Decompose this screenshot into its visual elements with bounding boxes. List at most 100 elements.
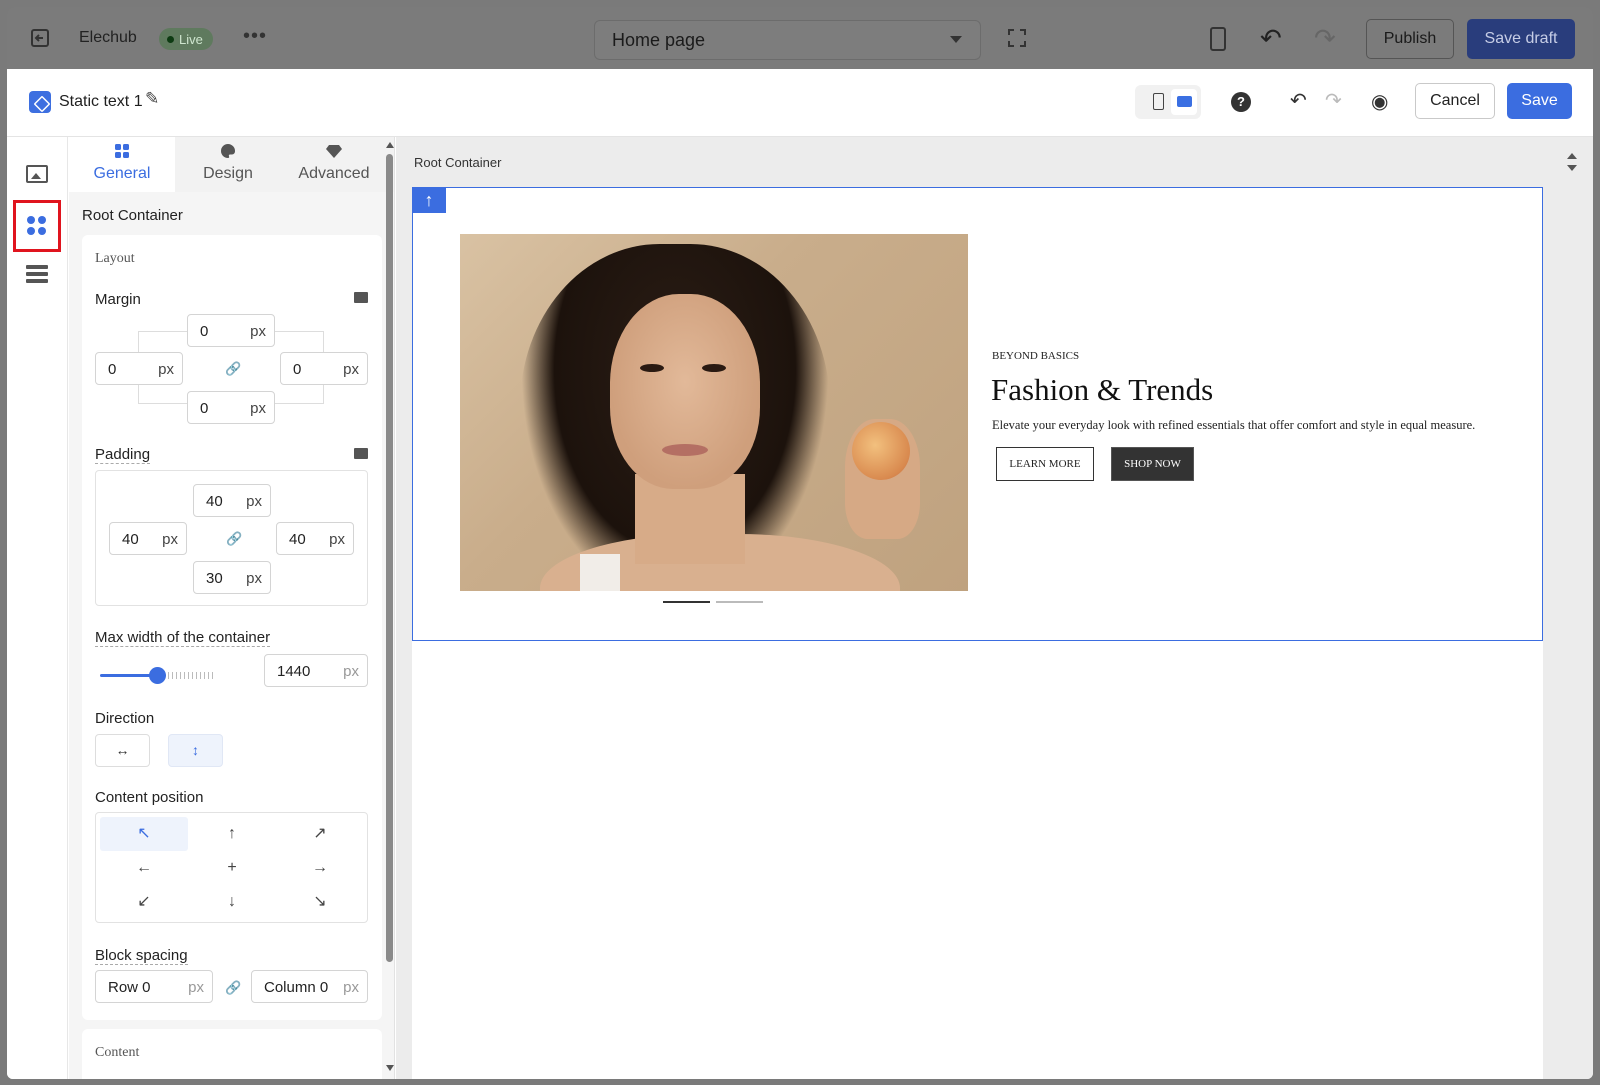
direction-vertical-button[interactable]: ↕ — [168, 734, 223, 767]
position-top-icon[interactable]: ↑ — [188, 817, 276, 851]
link-icon[interactable]: 🔗 — [225, 980, 241, 995]
root-container[interactable]: ↑ BEYOND BASICS Fashion & Trends Elevate… — [412, 187, 1543, 641]
position-bottom-right-icon[interactable]: ↘ — [276, 885, 364, 919]
sections-list-icon[interactable] — [26, 265, 48, 283]
grid-icon — [115, 144, 129, 158]
margin-bottom-input[interactable]: 0 px — [187, 391, 275, 424]
direction-horizontal-button[interactable]: ↔ — [95, 734, 150, 767]
components-icon[interactable] — [27, 216, 47, 236]
padding-right-value: 40 — [289, 531, 306, 548]
unit-label: px — [246, 493, 262, 510]
desktop-icon[interactable] — [354, 448, 368, 459]
position-center-icon[interactable]: + — [188, 851, 276, 885]
margin-left-value: 0 — [108, 361, 117, 378]
slide-indicator[interactable] — [716, 601, 763, 603]
panel-tabs: General Design Advanced — [69, 137, 394, 192]
desktop-icon[interactable] — [354, 292, 368, 303]
hero-image[interactable] — [460, 234, 968, 591]
top-strap-shape — [580, 554, 620, 591]
content-card: Content — [82, 1029, 382, 1079]
margin-right-input[interactable]: 0 px — [280, 352, 368, 385]
scroll-down-icon[interactable] — [386, 1065, 394, 1071]
redo-icon[interactable]: ↷ — [1314, 23, 1336, 54]
position-bottom-left-icon[interactable]: ↙ — [100, 885, 188, 919]
position-top-right-icon[interactable]: ↗ — [276, 817, 364, 851]
max-width-value: 1440 — [277, 663, 311, 680]
desktop-icon — [1177, 96, 1192, 107]
padding-left-input[interactable]: 40 px — [109, 522, 187, 555]
hero-description[interactable]: Elevate your everyday look with refined … — [992, 418, 1475, 433]
preview-eye-icon[interactable]: ◉ — [1371, 89, 1388, 114]
unit-label: px — [158, 361, 174, 378]
scroll-thumb[interactable] — [386, 154, 393, 962]
margin-top-input[interactable]: 0 px — [187, 314, 275, 347]
redo-icon[interactable]: ↷ — [1325, 88, 1342, 113]
page-select[interactable]: Home page — [594, 20, 981, 60]
unit-label: px — [343, 361, 359, 378]
padding-top-value: 40 — [206, 493, 223, 510]
unit-label: px — [188, 979, 204, 996]
mobile-preview-icon[interactable] — [1210, 27, 1226, 51]
block-spacing-label: Block spacing — [95, 947, 188, 965]
cancel-button[interactable]: Cancel — [1415, 83, 1495, 119]
tab-label: Design — [203, 165, 253, 182]
max-width-input[interactable]: 1440 px — [264, 654, 368, 687]
shop-now-button[interactable]: SHOP NOW — [1111, 447, 1194, 481]
desktop-view-button[interactable] — [1171, 89, 1197, 115]
editor-header: Static text 1 ✎ ? ↶ ↷ ◉ Cancel Save — [7, 69, 1593, 137]
select-parent-arrow-icon[interactable]: ↑ — [412, 187, 446, 213]
padding-label: Padding — [95, 446, 151, 464]
padding-left-value: 40 — [122, 531, 139, 548]
hero-eyebrow[interactable]: BEYOND BASICS — [992, 350, 1079, 362]
more-options-icon[interactable]: ••• — [243, 25, 267, 48]
slide-indicator-active[interactable] — [663, 601, 710, 603]
padding-top-input[interactable]: 40 px — [193, 484, 271, 517]
max-width-slider[interactable] — [100, 667, 215, 684]
position-bottom-icon[interactable]: ↓ — [188, 885, 276, 919]
help-icon[interactable]: ? — [1231, 92, 1251, 112]
exit-icon[interactable] — [29, 27, 51, 49]
save-draft-button[interactable]: Save draft — [1467, 19, 1575, 59]
padding-bottom-input[interactable]: 30 px — [193, 561, 271, 594]
tab-label: General — [93, 165, 151, 182]
media-icon[interactable] — [26, 165, 48, 183]
page-select-value: Home page — [612, 29, 706, 50]
panel-scrollbar[interactable] — [385, 137, 395, 1079]
mobile-view-button[interactable] — [1144, 92, 1174, 114]
position-right-icon[interactable]: → — [276, 851, 364, 885]
layers-icon — [29, 91, 51, 113]
top-bar: Elechub Live ••• Home page ↶ ↷ Publish S… — [7, 7, 1593, 69]
link-icon[interactable]: 🔗 — [225, 361, 241, 376]
row-spacing-input[interactable]: Row 0 px — [95, 970, 213, 1003]
margin-bottom-value: 0 — [200, 400, 209, 417]
publish-button[interactable]: Publish — [1366, 19, 1454, 59]
save-button[interactable]: Save — [1507, 83, 1572, 119]
hero-headline[interactable]: Fashion & Trends — [991, 372, 1213, 408]
padding-right-input[interactable]: 40 px — [276, 522, 354, 555]
canvas-scroll-arrows-icon[interactable] — [1567, 153, 1577, 171]
undo-icon[interactable]: ↶ — [1260, 23, 1282, 54]
select-element-icon[interactable] — [1008, 29, 1026, 47]
edit-pencil-icon[interactable]: ✎ — [145, 89, 159, 109]
tab-general[interactable]: General — [69, 137, 175, 192]
link-icon[interactable]: 🔗 — [226, 531, 242, 546]
column-spacing-input[interactable]: Column 0 px — [251, 970, 368, 1003]
position-top-left-icon[interactable]: ↖ — [100, 817, 188, 851]
element-title: Static text 1 — [59, 93, 143, 110]
tab-advanced[interactable]: Advanced — [281, 137, 387, 192]
face-shape — [610, 294, 760, 489]
margin-label: Margin — [95, 291, 141, 308]
scroll-up-icon[interactable] — [386, 142, 394, 148]
preview-page: ↑ BEYOND BASICS Fashion & Trends Elevate… — [412, 187, 1543, 1079]
canvas-breadcrumb[interactable]: Root Container — [414, 155, 501, 170]
position-left-icon[interactable]: ← — [100, 851, 188, 885]
margin-left-input[interactable]: 0 px — [95, 352, 183, 385]
store-name: Elechub — [79, 29, 137, 46]
settings-panel: General Design Advanced Root Container L… — [69, 137, 395, 1079]
tab-design[interactable]: Design — [175, 137, 281, 192]
slider-handle[interactable] — [149, 667, 166, 684]
margin-top-value: 0 — [200, 323, 209, 340]
undo-icon[interactable]: ↶ — [1290, 88, 1307, 113]
learn-more-button[interactable]: LEARN MORE — [996, 447, 1094, 481]
palette-icon — [221, 143, 236, 158]
